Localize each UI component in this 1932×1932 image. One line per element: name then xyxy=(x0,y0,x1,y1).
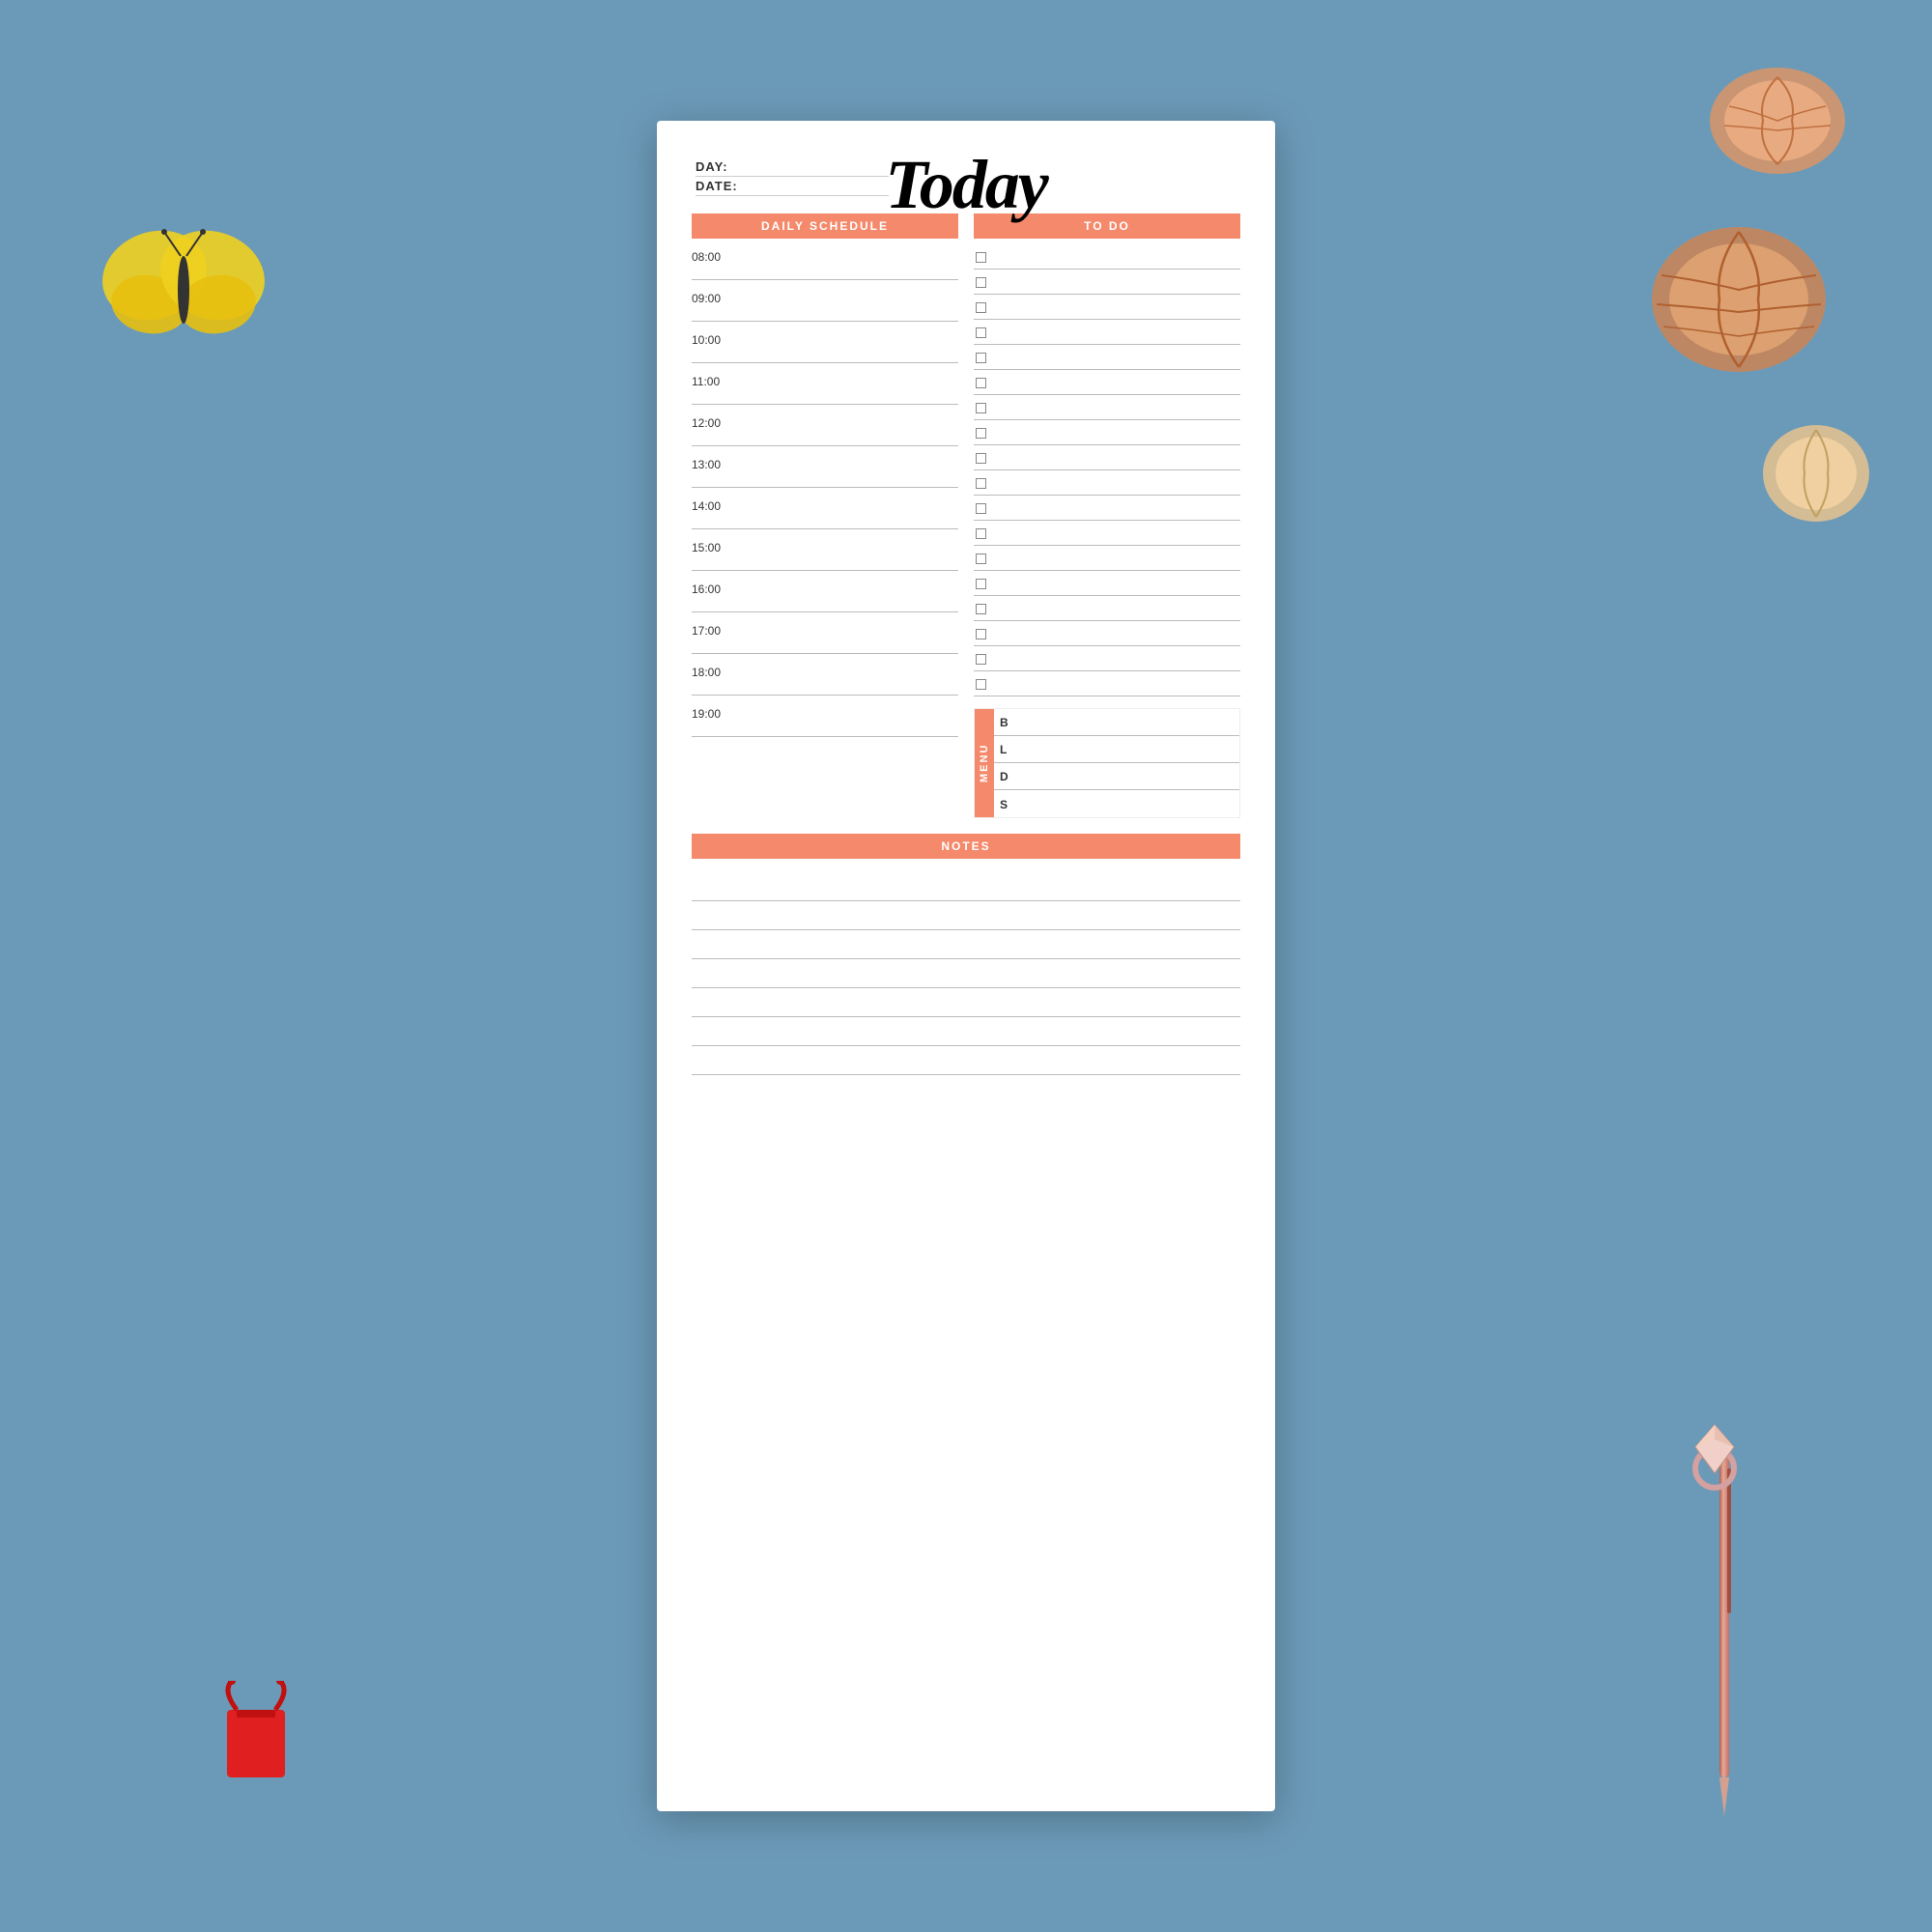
notes-line-7[interactable] xyxy=(692,1046,1240,1075)
ring-decoration xyxy=(1676,1420,1753,1497)
todo-checkbox-4[interactable] xyxy=(976,327,986,338)
todo-checkbox-11[interactable] xyxy=(976,503,986,514)
schedule-time-1400: 14:00 xyxy=(692,494,958,529)
schedule-time-1800: 18:00 xyxy=(692,660,958,696)
todo-checkbox-5[interactable] xyxy=(976,353,986,363)
todo-checkbox-7[interactable] xyxy=(976,403,986,413)
todo-checkbox-10[interactable] xyxy=(976,478,986,489)
todo-checkbox-16[interactable] xyxy=(976,629,986,639)
todo-item-4[interactable] xyxy=(974,320,1240,345)
seashell-1-decoration xyxy=(1700,58,1855,184)
notes-line-4[interactable] xyxy=(692,959,1240,988)
seashell-3-decoration xyxy=(1758,415,1874,531)
schedule-time-1300: 13:00 xyxy=(692,452,958,488)
todo-checkbox-17[interactable] xyxy=(976,654,986,665)
todo-item-17[interactable] xyxy=(974,646,1240,671)
todo-item-7[interactable] xyxy=(974,395,1240,420)
todo-checkbox-14[interactable] xyxy=(976,579,986,589)
pen-decoration xyxy=(1710,1449,1739,1835)
todo-checkbox-12[interactable] xyxy=(976,528,986,539)
todo-item-18[interactable] xyxy=(974,671,1240,696)
todo-item-8[interactable] xyxy=(974,420,1240,445)
todo-item-9[interactable] xyxy=(974,445,1240,470)
notes-line-6[interactable] xyxy=(692,1017,1240,1046)
planner-paper: DAY: DATE: Today DAILY SCHEDULE 08:00 09… xyxy=(657,121,1275,1811)
todo-item-14[interactable] xyxy=(974,571,1240,596)
binder-clip-decoration xyxy=(213,1681,299,1797)
date-label: DATE: xyxy=(696,179,889,196)
notes-line-1[interactable] xyxy=(692,872,1240,901)
schedule-time-1600: 16:00 xyxy=(692,577,958,612)
daily-schedule-section: DAILY SCHEDULE 08:00 09:00 10:00 11:00 1… xyxy=(692,213,958,818)
schedule-time-1500: 15:00 xyxy=(692,535,958,571)
seashell-2-decoration xyxy=(1642,213,1835,386)
notes-line-5[interactable] xyxy=(692,988,1240,1017)
todo-item-10[interactable] xyxy=(974,470,1240,496)
notes-line-3[interactable] xyxy=(692,930,1240,959)
schedule-time-1000: 10:00 xyxy=(692,327,958,363)
schedule-time-1900: 19:00 xyxy=(692,701,958,737)
todo-checkbox-9[interactable] xyxy=(976,453,986,464)
todo-section: TO DO MENU B L xyxy=(974,213,1240,818)
menu-items-list: B L D S xyxy=(994,709,1239,817)
todo-header: TO DO xyxy=(974,213,1240,239)
notes-section: NOTES xyxy=(692,834,1240,1075)
todo-checkbox-18[interactable] xyxy=(976,679,986,690)
menu-item-b[interactable]: B xyxy=(994,709,1239,736)
todo-item-13[interactable] xyxy=(974,546,1240,571)
todo-checkbox-15[interactable] xyxy=(976,604,986,614)
todo-item-3[interactable] xyxy=(974,295,1240,320)
todo-checkbox-1[interactable] xyxy=(976,252,986,263)
todo-item-15[interactable] xyxy=(974,596,1240,621)
todo-item-11[interactable] xyxy=(974,496,1240,521)
notes-line-2[interactable] xyxy=(692,901,1240,930)
menu-section: MENU B L D S xyxy=(974,708,1240,818)
schedule-time-1700: 17:00 xyxy=(692,618,958,654)
day-label: DAY: xyxy=(696,159,889,177)
todo-checkbox-13[interactable] xyxy=(976,554,986,564)
todo-checkbox-2[interactable] xyxy=(976,277,986,288)
todo-checkbox-8[interactable] xyxy=(976,428,986,439)
todo-item-2[interactable] xyxy=(974,270,1240,295)
daily-schedule-header: DAILY SCHEDULE xyxy=(692,213,958,239)
todo-item-1[interactable] xyxy=(974,244,1240,270)
notes-header: NOTES xyxy=(692,834,1240,859)
todo-item-12[interactable] xyxy=(974,521,1240,546)
schedule-time-1100: 11:00 xyxy=(692,369,958,405)
menu-item-s[interactable]: S xyxy=(994,790,1239,817)
todo-item-5[interactable] xyxy=(974,345,1240,370)
schedule-time-0800: 08:00 xyxy=(692,244,958,280)
notes-lines xyxy=(692,865,1240,1075)
menu-item-d[interactable]: D xyxy=(994,763,1239,790)
butterfly-decoration xyxy=(97,213,270,357)
schedule-time-0900: 09:00 xyxy=(692,286,958,322)
schedule-time-1200: 12:00 xyxy=(692,411,958,446)
todo-item-16[interactable] xyxy=(974,621,1240,646)
todo-item-6[interactable] xyxy=(974,370,1240,395)
todo-checkbox-6[interactable] xyxy=(976,378,986,388)
menu-item-l[interactable]: L xyxy=(994,736,1239,763)
menu-label: MENU xyxy=(975,709,994,817)
todo-checkbox-3[interactable] xyxy=(976,302,986,313)
